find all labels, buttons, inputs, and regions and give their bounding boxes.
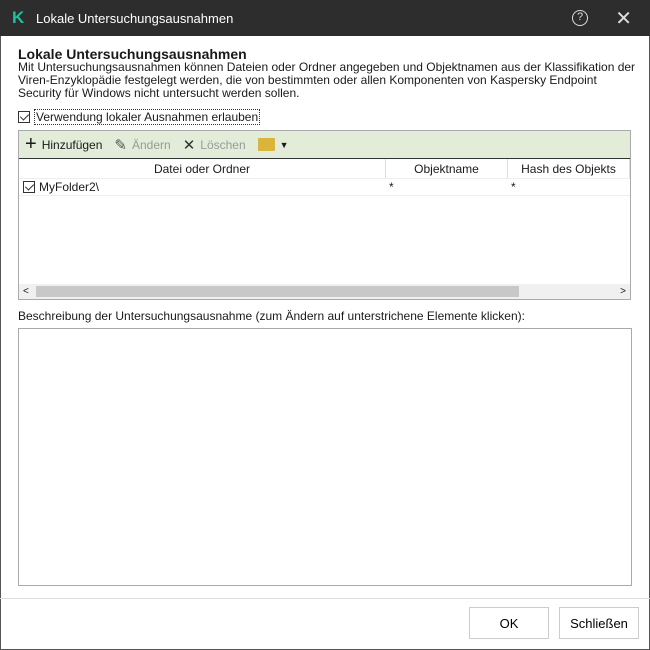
- help-icon[interactable]: ?: [572, 10, 588, 26]
- table-header: Datei oder Ordner Objektname Hash des Ob…: [19, 159, 630, 179]
- plus-icon: +: [25, 133, 37, 155]
- pencil-icon: ✎: [114, 136, 127, 154]
- kaspersky-logo-icon: K: [12, 8, 25, 27]
- column-header[interactable]: Hash des Objekts: [508, 159, 630, 178]
- delete-label: Löschen: [200, 137, 246, 152]
- delete-button[interactable]: ✕ Löschen: [183, 136, 246, 154]
- row-checkbox[interactable]: [23, 181, 35, 193]
- hash-cell: *: [511, 180, 516, 194]
- footer: [0, 598, 650, 650]
- x-icon: ✕: [182, 136, 196, 154]
- column-header[interactable]: Objektname: [386, 159, 508, 178]
- column-header[interactable]: Datei oder Ordner: [19, 159, 386, 178]
- exclusions-table: + Hinzufügen ✎ Ändern ✕ Löschen ▼ Datei ode…: [18, 130, 631, 300]
- table-row[interactable]: MyFolder2\ * *: [19, 179, 630, 196]
- object-cell: *: [389, 180, 394, 194]
- horizontal-scrollbar[interactable]: < >: [19, 284, 630, 299]
- close-icon[interactable]: ✕: [615, 6, 632, 31]
- scrollbar-thumb[interactable]: [36, 286, 519, 297]
- path-cell: MyFolder2\: [39, 180, 100, 194]
- folder-menu-button[interactable]: ▼: [257, 138, 289, 151]
- close-button[interactable]: Schließen: [559, 607, 639, 639]
- edit-button[interactable]: ✎ Ändern: [114, 136, 170, 154]
- edit-label: Ändern: [131, 137, 171, 152]
- toolbar: + Hinzufügen ✎ Ändern ✕ Löschen ▼: [19, 131, 630, 159]
- ok-button[interactable]: OK: [469, 607, 549, 639]
- add-button[interactable]: + Hinzufügen: [25, 133, 102, 156]
- dropdown-arrow-icon: ▼: [279, 139, 289, 150]
- description-label: Beschreibung der Untersuchungsausnahme (…: [18, 309, 525, 323]
- scroll-right-icon[interactable]: >: [620, 286, 626, 297]
- title-bar: K Lokale Untersuchungsausnahmen ? ✕: [0, 0, 650, 36]
- checkbox[interactable]: [18, 111, 30, 123]
- window-title: Lokale Untersuchungsausnahmen: [36, 10, 234, 26]
- exclusion-description-box[interactable]: [18, 328, 632, 586]
- add-label: Hinzufügen: [41, 137, 103, 152]
- scroll-left-icon[interactable]: <: [23, 286, 29, 297]
- description-text: Mit Untersuchungsausnahmen können Dateie…: [18, 60, 636, 100]
- checkbox-label: Verwendung lokaler Ausnahmen erlauben: [34, 109, 261, 125]
- allow-local-exclusions-checkbox[interactable]: Verwendung lokaler Ausnahmen erlauben: [18, 109, 261, 125]
- folder-icon: [257, 138, 275, 151]
